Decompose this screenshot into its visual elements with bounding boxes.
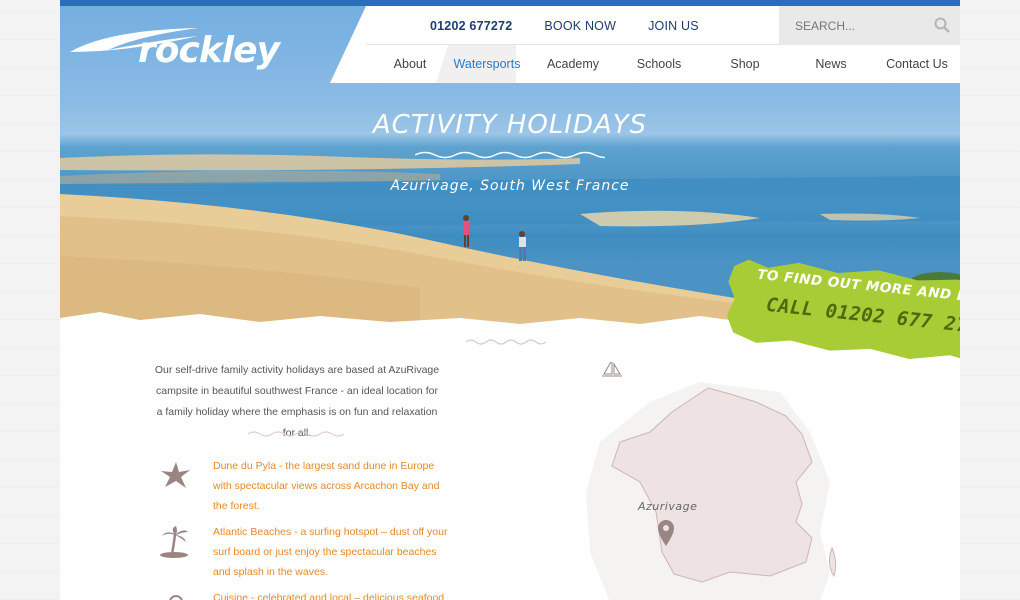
book-now-link[interactable]: BOOK NOW	[544, 19, 616, 33]
hero-title: ACTIVITY HOLIDAYS	[372, 110, 648, 140]
intro-wave-divider	[248, 431, 344, 437]
france-map	[586, 362, 837, 600]
logo-wordmark: rockley	[138, 30, 280, 71]
search-icon[interactable]	[934, 17, 950, 33]
nav-item-watersports[interactable]: Watersports	[444, 45, 530, 83]
search-box	[779, 6, 960, 45]
rockley-logo[interactable]: rockley	[68, 16, 280, 76]
utility-nav: 01202 677272 BOOK NOW JOIN US	[430, 6, 731, 45]
header-nav-panel: 01202 677272 BOOK NOW JOIN US About Wate…	[330, 6, 960, 83]
starfish-icon	[161, 462, 190, 488]
feature-text: Atlantic Beaches - a surfing hotspot – d…	[213, 526, 448, 578]
sailboat-icon	[602, 362, 622, 377]
location-pin-icon[interactable]	[656, 518, 676, 548]
nav-item-contact-us[interactable]: Contact Us	[874, 45, 960, 83]
nav-item-schools[interactable]: Schools	[616, 45, 702, 83]
join-us-link[interactable]: JOIN US	[648, 19, 699, 33]
nav-item-shop[interactable]: Shop	[702, 45, 788, 83]
nav-item-about[interactable]: About	[370, 45, 450, 83]
nav-item-academy[interactable]: Academy	[530, 45, 616, 83]
main-content: Our self-drive family activity holidays …	[60, 326, 960, 600]
food-icon	[169, 595, 183, 600]
main-nav: About Watersports Academy Schools Shop N…	[330, 45, 960, 83]
palm-island-icon	[160, 526, 188, 558]
feature-text: Cuisine - celebrated and local – delicio…	[213, 592, 445, 600]
hero-subtitle: Azurivage, South West France	[390, 178, 630, 194]
section-wave-divider	[466, 339, 546, 345]
nav-item-news[interactable]: News	[788, 45, 874, 83]
site-container: rockley ACTIVITY HOLIDAYS Azurivage, Sou…	[60, 0, 960, 600]
phone-link[interactable]: 01202 677272	[430, 19, 512, 33]
title-wave-divider	[415, 151, 605, 159]
feature-text: Dune du Pyla - the largest sand dune in …	[213, 460, 440, 512]
map-marker-label: Azurivage	[638, 500, 698, 513]
search-input[interactable]	[793, 17, 927, 34]
